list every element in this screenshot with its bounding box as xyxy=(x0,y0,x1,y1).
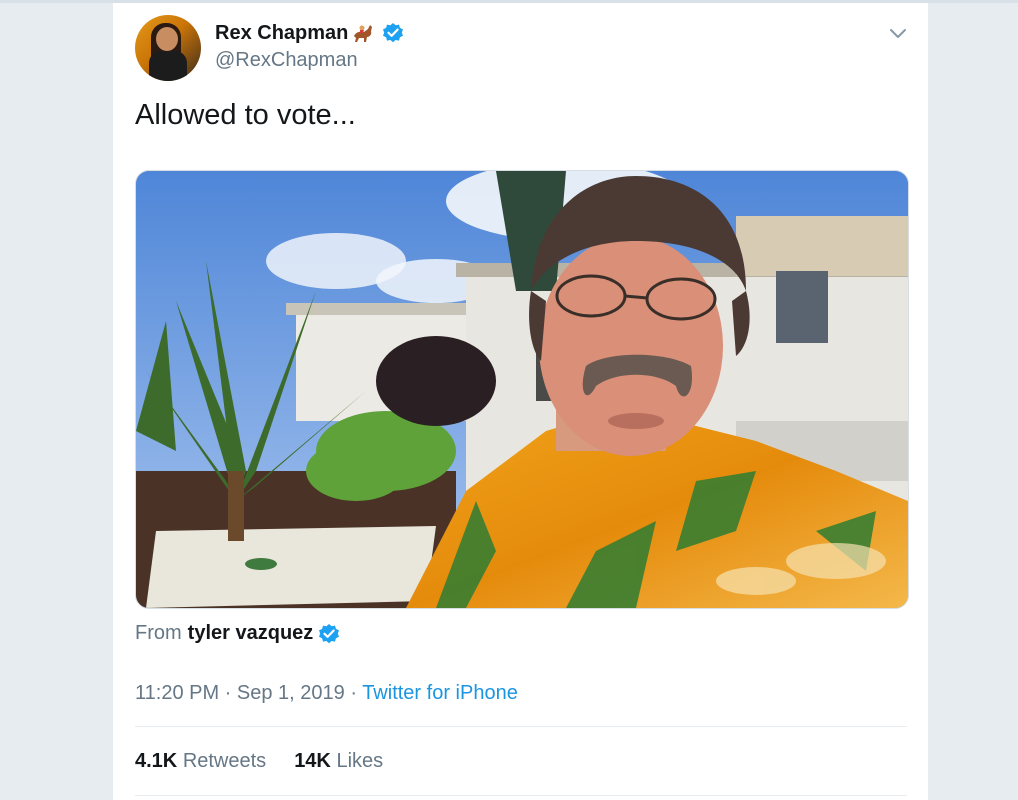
tweet-video[interactable] xyxy=(135,170,909,609)
verified-badge-icon xyxy=(382,22,404,44)
tweet-text: Allowed to vote... xyxy=(135,99,356,131)
author-name-row[interactable]: Rex Chapman xyxy=(215,21,404,45)
likes-count: 14K xyxy=(294,750,331,772)
avatar[interactable] xyxy=(135,15,201,81)
likes-stat[interactable]: 14K Likes xyxy=(294,750,383,773)
tweet-source-link[interactable]: Twitter for iPhone xyxy=(362,682,518,704)
verified-badge-icon xyxy=(318,623,340,645)
tweet-stats: 4.1K Retweets 14K Likes xyxy=(135,750,411,773)
author-handle[interactable]: @RexChapman xyxy=(215,49,358,72)
chevron-down-icon[interactable] xyxy=(888,23,908,43)
likes-label: Likes xyxy=(336,750,384,772)
from-label: From xyxy=(135,622,182,644)
divider xyxy=(135,726,907,727)
retweets-stat[interactable]: 4.1K Retweets xyxy=(135,750,266,773)
retweets-count: 4.1K xyxy=(135,750,178,772)
author-name[interactable]: Rex Chapman xyxy=(215,22,348,45)
divider xyxy=(135,795,907,796)
horse-racing-icon xyxy=(350,21,376,45)
retweets-label: Retweets xyxy=(182,750,267,772)
from-account-name[interactable]: tyler vazquez xyxy=(188,622,314,645)
video-attribution: From tyler vazquez xyxy=(135,622,340,645)
tweet-timestamp[interactable]: 11:20 PM · Sep 1, 2019 · xyxy=(135,682,362,704)
tweet-card: Rex Chapman @RexChapman Allowed to vote.… xyxy=(113,3,928,800)
tweet-metadata: 11:20 PM · Sep 1, 2019 · Twitter for iPh… xyxy=(135,682,518,705)
